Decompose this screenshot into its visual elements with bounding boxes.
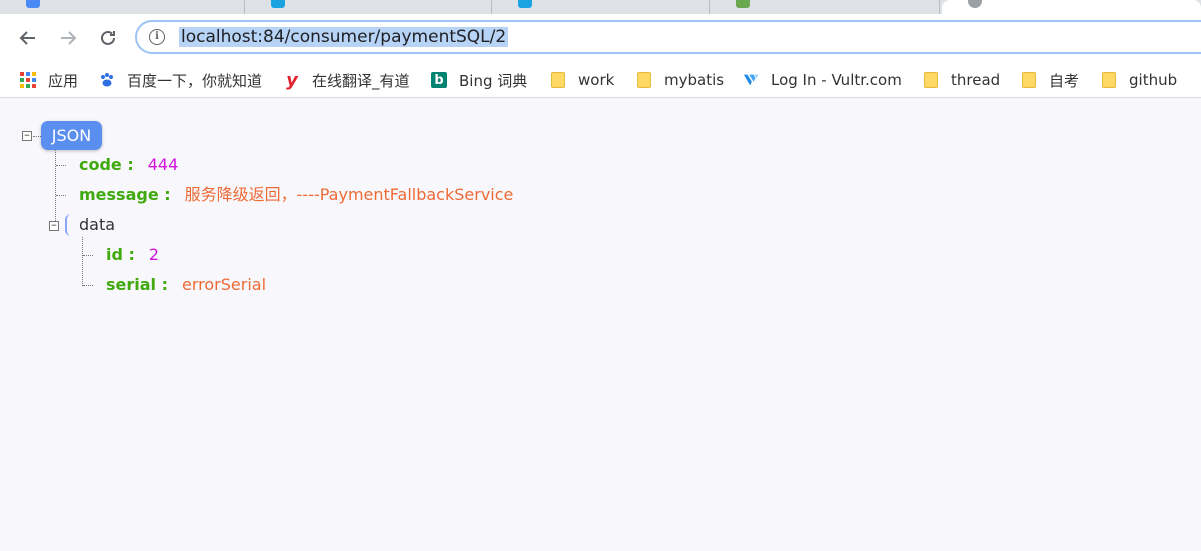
reload-button[interactable] (94, 24, 122, 52)
tree-connector (55, 150, 56, 225)
tree-connector (56, 195, 66, 196)
tab-favicon-icon (968, 0, 982, 8)
back-button[interactable] (14, 24, 42, 52)
address-bar[interactable]: i localhost:84/consumer/paymentSQL/2 (135, 20, 1201, 54)
folder-icon (923, 72, 939, 88)
bookmark-folder-thread[interactable]: thread (923, 69, 1000, 91)
reload-icon (101, 30, 115, 45)
json-string-value: 服务降级返回，----PaymentFallbackService (184, 185, 514, 204)
browser-tab[interactable] (492, 0, 710, 14)
json-key: message : (79, 185, 171, 204)
bookmark-label: Bing 词典 (459, 71, 528, 90)
url-text[interactable]: localhost:84/consumer/paymentSQL/2 (179, 27, 509, 47)
bookmark-label: thread (951, 71, 1001, 89)
bookmark-label: mybatis (664, 71, 725, 89)
browser-tab-active[interactable] (942, 0, 1201, 14)
bookmark-label: 自考 (1049, 71, 1080, 90)
tab-favicon-icon (736, 0, 750, 8)
bookmark-folder-github[interactable]: github (1101, 69, 1177, 91)
arrow-left-icon (19, 31, 35, 45)
tab-favicon-icon (271, 0, 285, 8)
folder-icon (1021, 72, 1037, 88)
youdao-icon: y (286, 69, 298, 91)
json-string-value: errorSerial (182, 275, 267, 294)
bookmark-label: work (578, 71, 615, 89)
json-number-value: 444 (147, 155, 179, 174)
tree-connector (83, 255, 93, 256)
bookmark-folder-zikao[interactable]: 自考 (1021, 69, 1079, 91)
tab-strip (0, 0, 1201, 14)
baidu-paw-icon (99, 72, 115, 88)
tab-favicon-icon (518, 0, 532, 8)
json-key: code : (79, 155, 134, 174)
collapse-data-toggle[interactable]: − (49, 221, 59, 231)
bookmark-label: 应用 (48, 71, 79, 90)
tree-connector (56, 165, 66, 166)
folder-icon (1101, 72, 1117, 88)
json-row-data: data (79, 214, 115, 236)
collapse-root-toggle[interactable]: − (22, 131, 32, 141)
apps-grid-icon (20, 72, 36, 88)
folder-icon (550, 72, 566, 88)
bookmark-folder-work[interactable]: work (550, 69, 614, 91)
json-viewer: − JSON code : 444 message : 服务降级返回，----Pay… (0, 99, 1201, 551)
info-icon[interactable]: i (149, 29, 165, 45)
bookmark-baidu[interactable]: 百度一下，你就知道 (99, 69, 262, 91)
bookmark-label: Log In - Vultr.com (771, 71, 902, 89)
bookmarks-bar: 应用 百度一下，你就知道 y 在线翻译_有道 b Bing 词典 work my… (0, 62, 1201, 98)
tree-connector (82, 237, 83, 286)
browser-tab[interactable] (0, 0, 245, 14)
browser-tab[interactable] (245, 0, 492, 14)
bookmark-folder-mybatis[interactable]: mybatis (636, 69, 724, 91)
json-object-key: data (79, 215, 116, 234)
bing-icon: b (431, 72, 447, 88)
arrow-right-icon (61, 31, 77, 45)
bookmark-bing[interactable]: b Bing 词典 (431, 69, 527, 91)
bookmark-label: github (1129, 71, 1178, 89)
forward-button[interactable] (54, 24, 82, 52)
json-root-badge[interactable]: JSON (41, 121, 102, 150)
json-row-message: message : 服务降级返回，----PaymentFallbackServi… (79, 184, 513, 206)
tree-connector (83, 285, 93, 286)
json-number-value: 2 (148, 245, 160, 264)
json-key: id : (106, 245, 135, 264)
json-row-serial: serial : errorSerial (106, 274, 266, 296)
browser-tab[interactable] (710, 0, 940, 14)
bookmark-label: 在线翻译_有道 (312, 71, 410, 90)
bookmark-apps[interactable]: 应用 (20, 69, 78, 91)
json-row-code: code : 444 (79, 154, 178, 176)
tab-favicon-icon (26, 0, 40, 8)
vultr-icon (743, 72, 759, 88)
json-key: serial : (106, 275, 168, 294)
tree-connector (33, 136, 41, 137)
bookmark-youdao[interactable]: y 在线翻译_有道 (284, 69, 410, 91)
folder-icon (636, 72, 652, 88)
bookmark-vultr[interactable]: Log In - Vultr.com (743, 69, 902, 91)
json-row-id: id : 2 (106, 244, 159, 266)
bookmark-label: 百度一下，你就知道 (127, 71, 263, 90)
object-bracket (65, 214, 71, 236)
browser-toolbar: i localhost:84/consumer/paymentSQL/2 (0, 14, 1201, 62)
